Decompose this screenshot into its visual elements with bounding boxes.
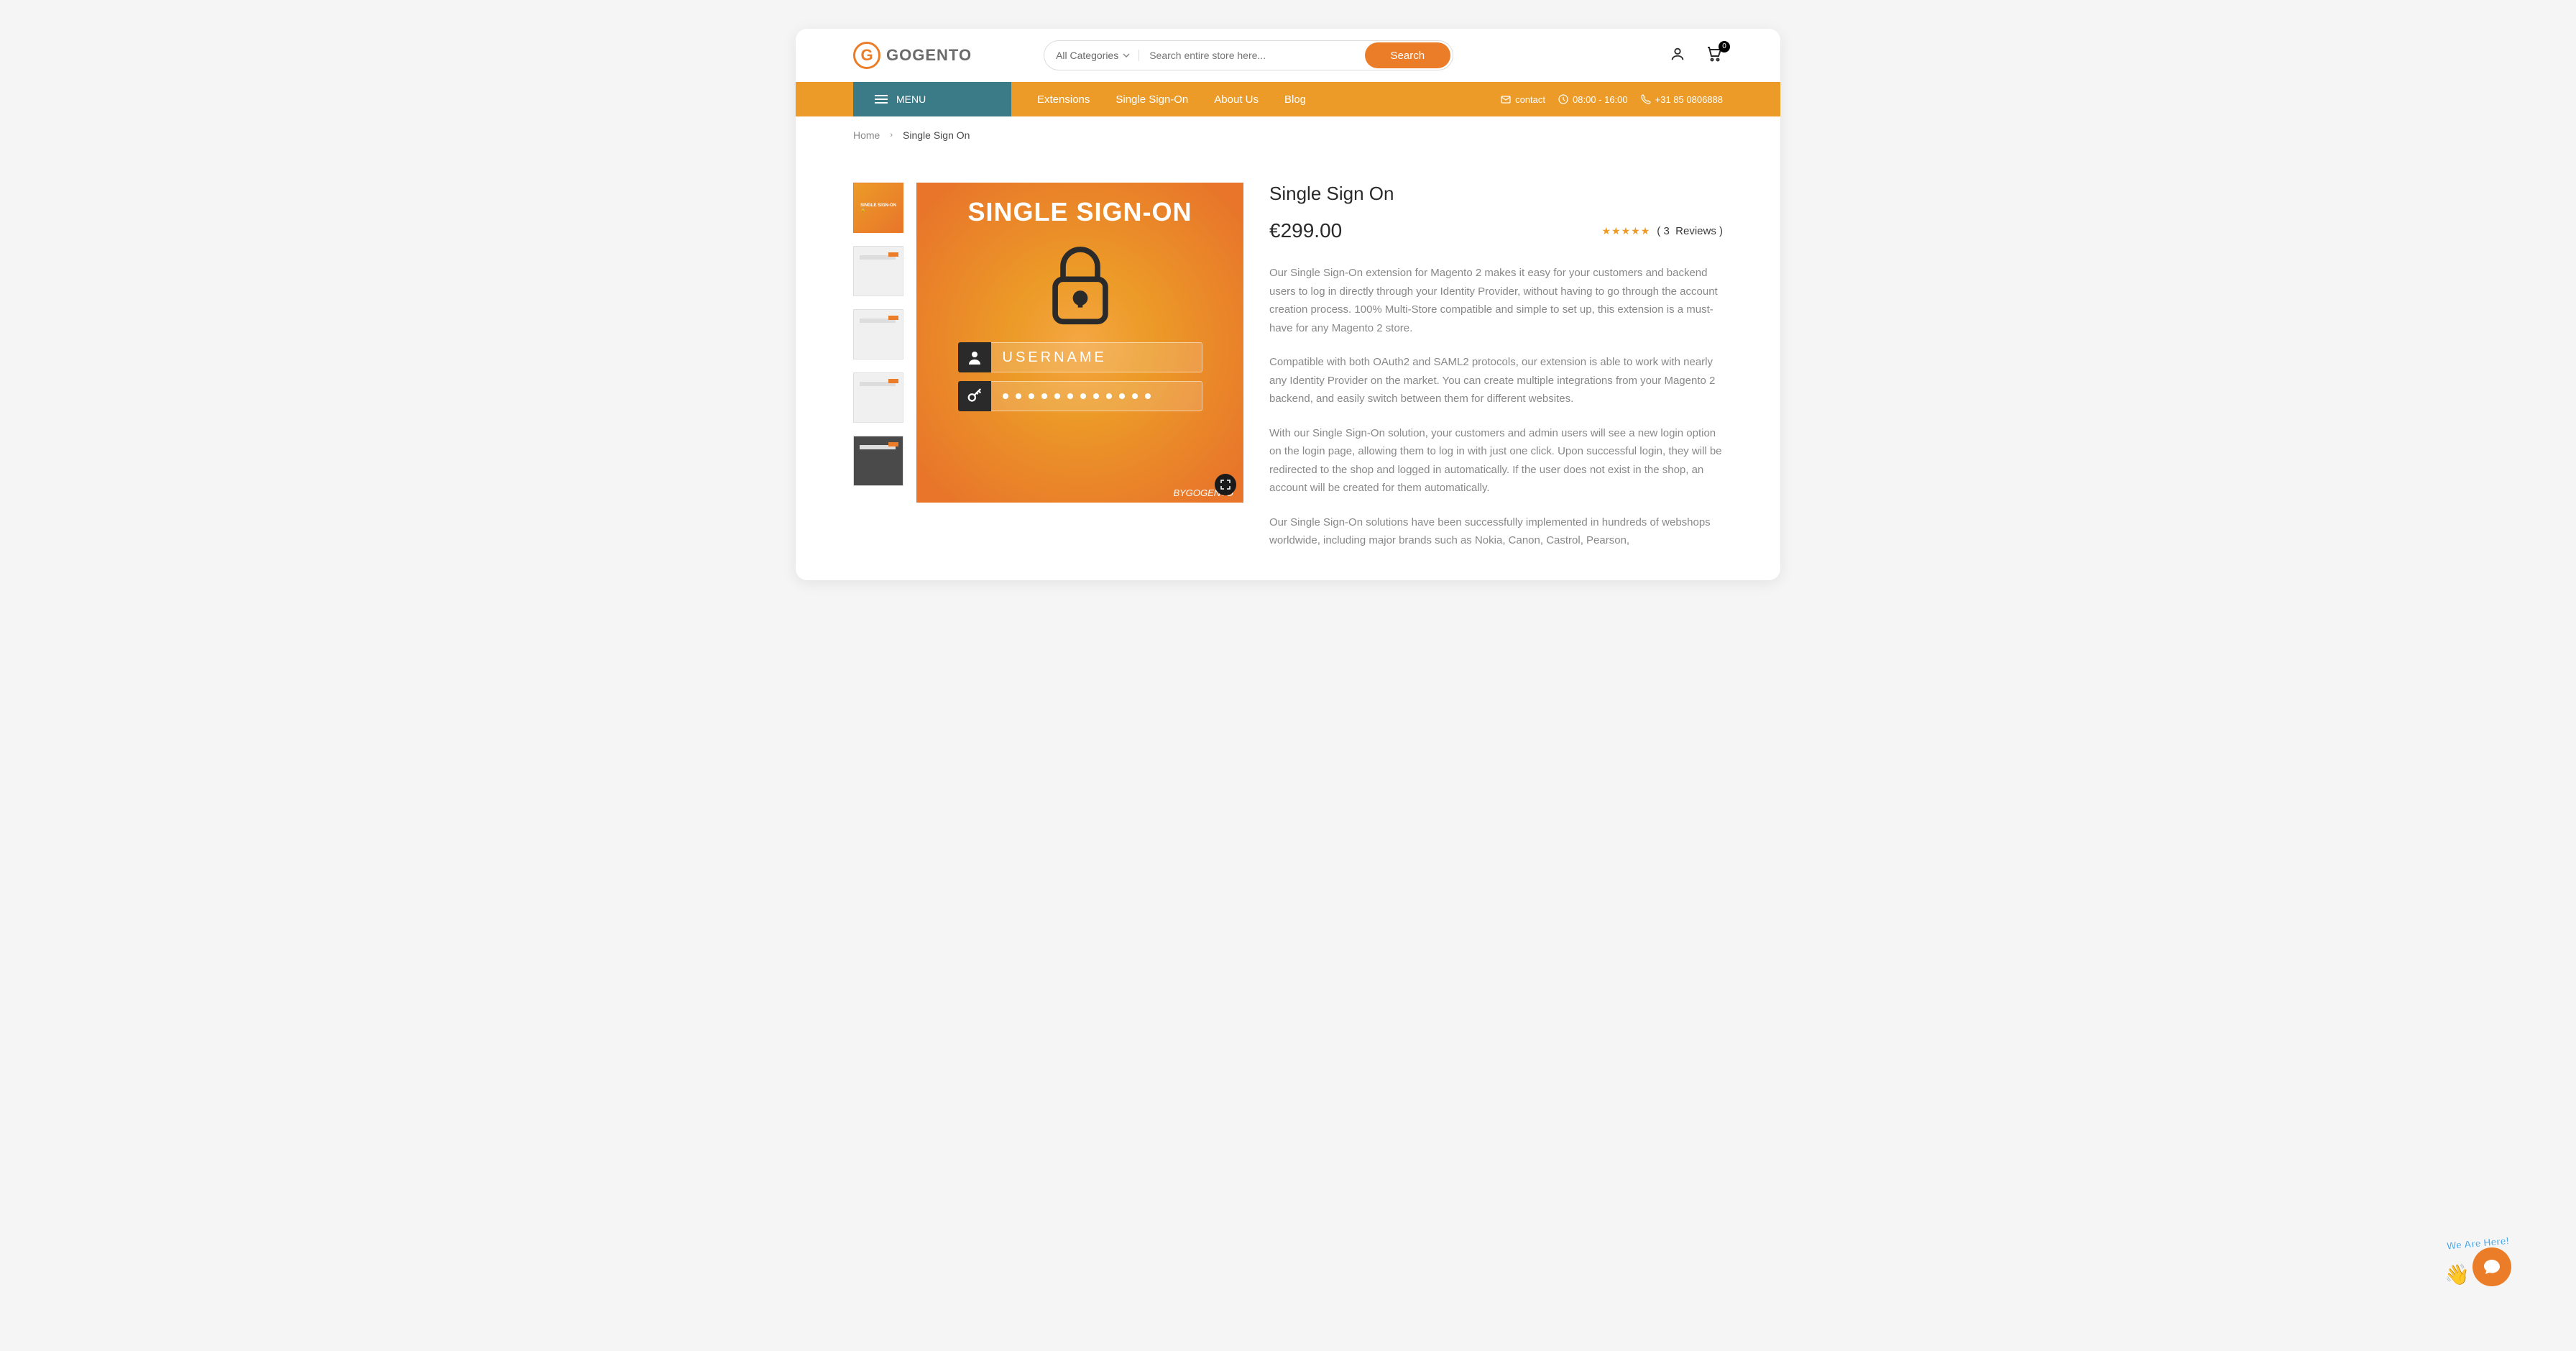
brand-logo[interactable]: GOGENTO [853,42,972,69]
product-main-image: SINGLE SIGN-ON USERNAME [916,183,1243,503]
logo-gear-icon [853,42,880,69]
account-button[interactable] [1670,46,1685,65]
chat-button[interactable] [2472,1247,2511,1286]
cart-button[interactable]: 0 [1706,45,1723,66]
reviews-link[interactable]: ( 3 Reviews ) [1657,225,1723,237]
description-para: Our Single Sign-On extension for Magento… [1269,264,1723,337]
product-price: €299.00 [1269,219,1342,242]
thumbnail-5[interactable] [853,436,903,486]
password-field-display [991,381,1202,411]
description-para: Our Single Sign-On solutions have been s… [1269,513,1723,550]
contact-link[interactable]: contact [1501,94,1545,105]
menu-button[interactable]: MENU [853,82,1011,116]
contact-label: contact [1515,94,1545,105]
thumbnail-4[interactable] [853,372,903,423]
breadcrumb-current: Single Sign On [903,129,970,141]
cart-count-badge: 0 [1719,41,1730,52]
nav-link-sso[interactable]: Single Sign-On [1116,93,1188,106]
thumbnail-2[interactable] [853,246,903,296]
star-icon: ★ [1641,225,1650,237]
search-input[interactable] [1139,50,1364,61]
nav-link-about[interactable]: About Us [1214,93,1259,106]
phone-icon [1641,94,1651,104]
user-icon [1670,46,1685,62]
phone-link[interactable]: +31 85 0806888 [1641,94,1723,105]
product-description: Our Single Sign-On extension for Magento… [1269,264,1723,550]
thumbnail-1[interactable]: SINGLE SIGN-ON🔒 [853,183,903,233]
phone-label: +31 85 0806888 [1655,94,1723,105]
clock-icon [1558,94,1568,104]
description-para: With our Single Sign-On solution, your c… [1269,424,1723,498]
star-icon: ★ [1622,225,1631,237]
chevron-right-icon: › [890,131,893,139]
reviews-label: Reviews [1675,225,1716,237]
nav-link-blog[interactable]: Blog [1284,93,1306,106]
search-category-label: All Categories [1056,50,1118,61]
star-icon: ★ [1631,225,1640,237]
nav-link-extensions[interactable]: Extensions [1037,93,1090,106]
mail-icon [1501,96,1511,104]
menu-label: MENU [896,93,926,105]
expand-icon [1220,480,1230,490]
breadcrumb: Home › Single Sign On [796,116,1780,154]
breadcrumb-home[interactable]: Home [853,129,880,141]
username-field-display: USERNAME [991,342,1202,372]
hours-label: 08:00 - 16:00 [1573,94,1628,105]
password-field-icon [958,381,991,411]
description-para: Compatible with both OAuth2 and SAML2 pr… [1269,353,1723,408]
star-rating: ★★★★★ [1601,225,1650,237]
product-details: Single Sign On €299.00 ★★★★★ ( 3 Reviews… [1256,183,1723,566]
main-nav: MENU Extensions Single Sign-On About Us … [796,82,1780,116]
search-button[interactable]: Search [1365,42,1451,68]
chat-bubble-icon [2483,1258,2501,1276]
star-icon: ★ [1601,225,1611,237]
hamburger-icon [875,95,888,104]
lock-icon [1037,242,1123,328]
product-title: Single Sign On [1269,183,1723,205]
review-count: 3 [1663,225,1669,237]
image-title: SINGLE SIGN-ON [967,197,1192,227]
wave-emoji-icon: 👋 [2444,1263,2470,1286]
search-bar: All Categories Search [1044,40,1453,70]
chat-widget: We Are Here! 👋 [2444,1237,2511,1286]
brand-name: GOGENTO [886,46,972,65]
search-category-dropdown[interactable]: All Categories [1056,50,1139,61]
star-icon: ★ [1611,225,1621,237]
site-header: GOGENTO All Categories Search 0 [796,29,1780,82]
expand-image-button[interactable] [1215,474,1236,495]
thumbnail-list: SINGLE SIGN-ON🔒 [853,183,903,566]
hours-info: 08:00 - 16:00 [1558,94,1628,105]
user-field-icon [958,342,991,372]
thumbnail-3[interactable] [853,309,903,359]
chevron-down-icon [1123,53,1130,58]
